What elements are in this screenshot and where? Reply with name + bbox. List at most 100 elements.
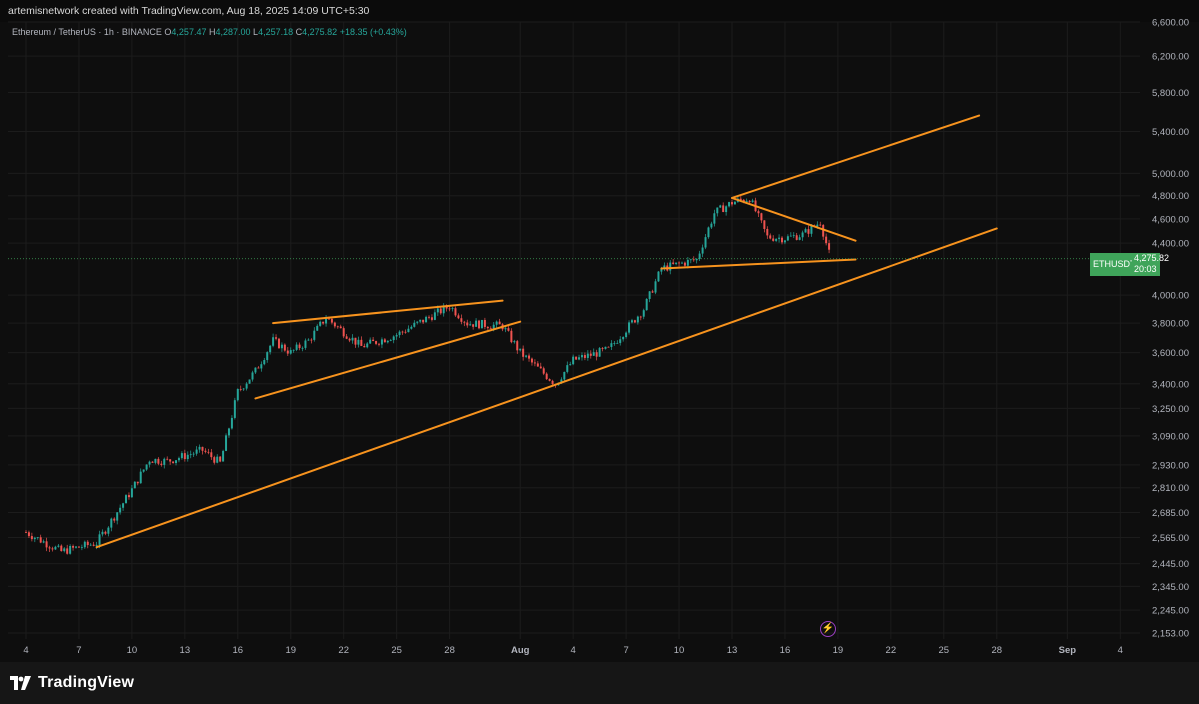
candle-body: [795, 235, 798, 240]
candle-body: [722, 205, 725, 213]
candle-body: [319, 321, 322, 326]
candle-body: [457, 315, 460, 319]
candle-body: [286, 350, 289, 354]
x-tick-label: 4: [23, 645, 28, 656]
candle-body: [498, 321, 501, 325]
x-tick-label: 10: [674, 645, 685, 656]
candle-body: [757, 211, 760, 214]
candle-body: [375, 341, 378, 344]
y-tick-label: 3,800.00: [1152, 319, 1189, 330]
candle-body: [539, 366, 542, 369]
candle-body: [48, 547, 51, 549]
candle-body: [628, 322, 631, 333]
candle-body: [510, 330, 513, 343]
candle-body: [236, 388, 239, 401]
candle-body: [486, 326, 489, 329]
candle-body: [378, 343, 380, 345]
candle-body: [45, 541, 48, 548]
candle-body: [51, 548, 54, 550]
candle-body: [230, 417, 233, 429]
candle-body: [225, 435, 228, 451]
candle-body: [180, 453, 183, 459]
x-tick-label: 16: [780, 645, 791, 656]
candle-body: [495, 321, 498, 325]
candle-body: [292, 349, 295, 351]
candle-body: [392, 336, 395, 341]
candle-body: [66, 548, 69, 554]
candle-body: [648, 291, 651, 299]
candle-body: [436, 308, 439, 313]
x-tick-label: 25: [939, 645, 950, 656]
candle-body: [154, 458, 157, 463]
candle-body: [772, 238, 775, 241]
y-tick-label: 6,200.00: [1152, 52, 1189, 63]
x-tick-label: 4: [1118, 645, 1123, 656]
y-tick-label: 4,000.00: [1152, 291, 1189, 302]
candle-body: [478, 320, 481, 329]
candle-body: [339, 326, 342, 329]
candle-body: [630, 320, 633, 323]
low-value: 4,257.18: [258, 27, 294, 37]
candle-body: [307, 339, 310, 341]
candle-body: [383, 339, 386, 343]
candle-body: [116, 512, 119, 521]
candle-body: [283, 344, 286, 351]
candle-body: [760, 213, 763, 221]
lightning-icon[interactable]: ⚡: [820, 621, 836, 637]
candle-body: [275, 337, 278, 339]
x-tick-label: Aug: [511, 645, 530, 656]
candle-body: [651, 291, 654, 293]
candle-body: [216, 456, 219, 463]
candle-body: [419, 319, 422, 322]
candle-body: [369, 339, 372, 344]
candle-body: [263, 359, 266, 365]
candle-body: [266, 352, 269, 360]
candle-body: [60, 545, 63, 552]
candle-body: [92, 544, 95, 546]
candle-body: [389, 340, 392, 341]
candle-body: [528, 355, 531, 359]
candle-body: [142, 469, 145, 472]
y-tick-label: 2,445.00: [1152, 559, 1189, 570]
candle-body: [480, 319, 483, 329]
price-chart[interactable]: 6,600.00 6,200.00 5,800.00 5,400.00 5,000.00…: [0, 0, 1199, 662]
candle-body: [298, 344, 301, 349]
tradingview-logo[interactable]: TradingView: [10, 674, 134, 692]
candle-body: [607, 346, 610, 348]
candle-body: [380, 339, 383, 345]
candle-body: [33, 537, 36, 540]
footer-bar: [0, 662, 1199, 704]
candle-body: [451, 308, 454, 310]
candle-body: [151, 461, 154, 463]
candle-body: [245, 383, 248, 389]
candle-body: [460, 318, 463, 322]
candle-body: [598, 348, 601, 357]
candle-body: [580, 355, 583, 358]
candle-body: [578, 357, 581, 360]
candle-body: [781, 237, 784, 243]
candle-body: [36, 537, 39, 539]
candle-body: [707, 227, 710, 238]
candle-body: [422, 319, 425, 323]
x-tick-label: 16: [233, 645, 244, 656]
y-tick-label: 2,245.00: [1152, 606, 1189, 617]
candle-body: [175, 460, 178, 464]
candle-body: [145, 464, 148, 470]
candle-body: [330, 318, 333, 323]
candle-body: [719, 205, 722, 208]
x-tick-label: 4: [571, 645, 576, 656]
candle-body: [172, 461, 175, 464]
x-tick-label: 22: [886, 645, 897, 656]
candle-body: [575, 356, 578, 360]
candle-body: [545, 373, 548, 380]
candle-body: [466, 322, 469, 326]
candle-body: [89, 544, 92, 546]
candle-body: [54, 546, 57, 550]
candle-body: [710, 223, 713, 228]
candle-body: [804, 229, 807, 233]
candle-body: [163, 458, 166, 465]
candle-body: [127, 495, 130, 498]
candle-body: [583, 355, 586, 358]
candle-body: [119, 507, 122, 513]
candle-body: [57, 545, 60, 547]
